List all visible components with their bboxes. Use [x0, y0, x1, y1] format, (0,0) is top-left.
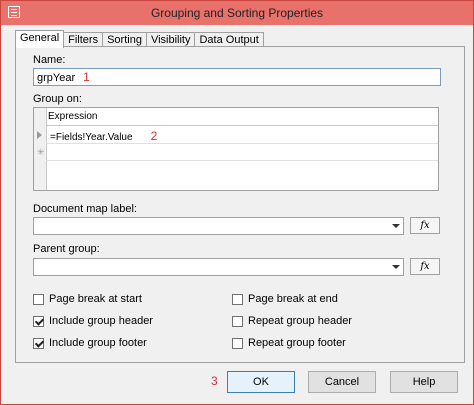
tab-filters[interactable]: Filters [63, 32, 104, 47]
checkbox-label: Include group header [49, 315, 153, 327]
name-value: grpYear [37, 72, 76, 84]
doc-map-label: Document map label: [33, 203, 137, 215]
annotation-1: 1 [83, 70, 90, 84]
include-header-checkbox[interactable]: Include group header [33, 315, 153, 327]
page-break-end-checkbox[interactable]: Page break at end [232, 293, 338, 305]
checkbox-label: Include group footer [49, 337, 147, 349]
checkbox-label: Page break at end [248, 293, 338, 305]
checkbox-box[interactable] [232, 337, 243, 349]
group-on-label: Group on: [33, 93, 82, 105]
grid-row-new[interactable] [46, 143, 438, 161]
chevron-down-icon [392, 265, 400, 269]
repeat-footer-checkbox[interactable]: Repeat group footer [232, 337, 346, 349]
name-label: Name: [33, 54, 66, 66]
tab-sorting[interactable]: Sorting [102, 32, 147, 47]
tab-visibility[interactable]: Visibility [145, 32, 196, 47]
expression-cell[interactable]: =Fields!Year.Value 2 [50, 129, 157, 143]
annotation-3: 3 [211, 374, 218, 388]
checkbox-label: Repeat group footer [248, 337, 346, 349]
title-bar[interactable]: Grouping and Sorting Properties [1, 1, 473, 25]
checkbox-box[interactable] [232, 315, 243, 327]
dialog-window: Grouping and Sorting Properties General … [0, 0, 474, 405]
group-expression-grid[interactable]: Expression ✳ =Fields!Year.Value 2 [33, 107, 439, 191]
tab-data-output[interactable]: Data Output [194, 32, 264, 47]
cancel-button[interactable]: Cancel [308, 371, 376, 393]
tab-strip: General Filters Sorting Visibility Data … [15, 30, 264, 48]
parent-group-fx-button[interactable]: fx [410, 258, 440, 275]
checkbox-box[interactable] [33, 337, 44, 349]
doc-map-fx-button[interactable]: fx [410, 217, 440, 234]
grid-column-header: Expression [46, 108, 438, 126]
expression-value: =Fields!Year.Value [50, 132, 133, 143]
help-button[interactable]: Help [390, 371, 458, 393]
checkbox-label: Page break at start [49, 293, 142, 305]
window-title: Grouping and Sorting Properties [150, 6, 324, 20]
parent-group-label: Parent group: [33, 243, 100, 255]
parent-group-combo[interactable] [33, 258, 404, 276]
annotation-2: 2 [150, 129, 158, 143]
checkbox-label: Repeat group header [248, 315, 352, 327]
checkbox-box[interactable] [33, 315, 44, 327]
row-selector-icon [37, 131, 42, 139]
page-break-start-checkbox[interactable]: Page break at start [33, 293, 142, 305]
repeat-header-checkbox[interactable]: Repeat group header [232, 315, 352, 327]
checkbox-box[interactable] [33, 293, 44, 305]
include-footer-checkbox[interactable]: Include group footer [33, 337, 147, 349]
tab-general[interactable]: General [15, 30, 65, 48]
new-row-icon: ✳ [37, 147, 45, 157]
name-field[interactable]: grpYear 1 [33, 68, 441, 86]
chevron-down-icon [392, 224, 400, 228]
checkbox-box[interactable] [232, 293, 243, 305]
doc-map-combo[interactable] [33, 217, 404, 235]
ok-button[interactable]: OK [227, 371, 295, 393]
